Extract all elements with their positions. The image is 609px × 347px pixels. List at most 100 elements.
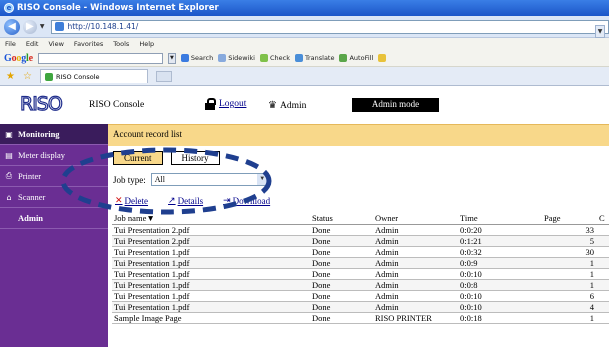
autofill-icon bbox=[339, 54, 348, 62]
sidebar-item-monitoring[interactable]: ▣ Monitoring bbox=[0, 124, 108, 145]
address-bar-row: ◀ ▶ ▼ http://10.148.1.41/ ▼ bbox=[0, 16, 609, 38]
back-button[interactable]: ◀ bbox=[4, 18, 20, 35]
riso-header: RISO RISO Console Logout ♛ Admin Admin m… bbox=[0, 86, 609, 124]
check-icon bbox=[259, 54, 268, 62]
col-status[interactable]: Status bbox=[310, 213, 373, 225]
riso-favicon-icon bbox=[44, 72, 53, 81]
job-table: Job name▼ Status Owner Time Page C Tui P… bbox=[112, 213, 609, 324]
logout-label: Logout bbox=[219, 99, 247, 109]
riso-logo: RISO bbox=[19, 92, 63, 115]
job-type-label: Job type: bbox=[113, 174, 146, 185]
col-job-name[interactable]: Job name▼ bbox=[112, 213, 310, 225]
cell-time: 0:0:10 bbox=[458, 268, 542, 280]
cell-extra bbox=[597, 268, 609, 280]
menu-favorites[interactable]: Favorites bbox=[74, 40, 103, 48]
address-dropdown-icon[interactable]: ▼ bbox=[595, 24, 605, 38]
cell-status: Done bbox=[310, 224, 373, 236]
sidebar-item-printer[interactable]: ⎙ Printer bbox=[0, 166, 108, 187]
google-check-button[interactable]: Check bbox=[259, 54, 290, 62]
cell-name: Tui Presentation 2.pdf bbox=[112, 235, 310, 247]
translate-icon bbox=[294, 54, 303, 62]
cell-extra bbox=[597, 257, 609, 269]
col-page[interactable]: Page bbox=[542, 213, 597, 225]
details-button[interactable]: ↗ Details bbox=[168, 196, 203, 206]
table-row[interactable]: Sample Image Page Done RISO PRINTER 0:0:18 1 bbox=[112, 312, 609, 324]
menu-view[interactable]: View bbox=[48, 40, 63, 48]
sidebar-item-admin[interactable]: Admin bbox=[0, 208, 108, 229]
job-type-select[interactable]: All ▼ bbox=[150, 173, 269, 186]
meter-icon: ▤ bbox=[5, 150, 13, 160]
cell-extra bbox=[597, 235, 609, 247]
cell-owner: Admin bbox=[373, 290, 458, 302]
table-row[interactable]: Tui Presentation 1.pdf Done Admin 0:0:10 6 bbox=[112, 290, 609, 302]
download-button[interactable]: ⇥ Download bbox=[223, 196, 270, 206]
subtab-group: Current History bbox=[113, 151, 220, 165]
address-text: http://10.148.1.41/ bbox=[67, 22, 139, 31]
cell-owner: Admin bbox=[373, 224, 458, 236]
tab-history[interactable]: History bbox=[170, 151, 220, 165]
cell-extra bbox=[597, 312, 609, 324]
tab-current[interactable]: Current bbox=[113, 151, 163, 165]
cell-status: Done bbox=[310, 290, 373, 302]
sidebar-item-scanner[interactable]: ⌂ Scanner bbox=[0, 187, 108, 208]
col-owner[interactable]: Owner bbox=[373, 213, 458, 225]
menu-help[interactable]: Help bbox=[139, 40, 154, 48]
menu-bar: File Edit View Favorites Tools Help bbox=[0, 38, 609, 50]
col-time[interactable]: Time bbox=[458, 213, 542, 225]
new-tab-button[interactable] bbox=[155, 70, 172, 82]
history-dropdown-icon[interactable]: ▼ bbox=[40, 23, 45, 30]
cell-time: 0:0:10 bbox=[458, 290, 542, 302]
google-search-input[interactable] bbox=[37, 52, 163, 64]
table-row[interactable]: Tui Presentation 1.pdf Done Admin 0:0:32 30 bbox=[112, 246, 609, 258]
google-translate-button[interactable]: Translate bbox=[294, 54, 334, 62]
sidebar-item-label: Printer bbox=[18, 171, 42, 181]
window-title: RISO Console - Windows Internet Explorer bbox=[17, 3, 219, 13]
menu-tools[interactable]: Tools bbox=[113, 40, 129, 48]
add-favorite-icon[interactable]: ☆ bbox=[23, 71, 32, 82]
google-autofill-button[interactable]: AutoFill bbox=[339, 54, 373, 62]
table-row[interactable]: Tui Presentation 1.pdf Done Admin 0:0:9 1 bbox=[112, 257, 609, 269]
cell-page: 5 bbox=[542, 235, 597, 247]
cell-status: Done bbox=[310, 301, 373, 313]
logout-link[interactable]: Logout bbox=[205, 98, 246, 110]
cell-page: 1 bbox=[542, 312, 597, 324]
printer-icon: ⎙ bbox=[5, 171, 13, 180]
cell-page: 1 bbox=[542, 257, 597, 269]
cell-page: 6 bbox=[542, 290, 597, 302]
tab-riso-console[interactable]: RISO Console bbox=[39, 69, 148, 83]
forward-button[interactable]: ▶ bbox=[22, 19, 37, 34]
cell-owner: Admin bbox=[373, 246, 458, 258]
cell-name: Tui Presentation 1.pdf bbox=[112, 268, 310, 280]
google-search-dropdown-icon[interactable]: ▼ bbox=[167, 52, 176, 64]
google-search-button[interactable]: Search bbox=[180, 54, 213, 62]
sidebar-item-meter-display[interactable]: ▤ Meter display bbox=[0, 145, 108, 166]
ie-logo-icon: e bbox=[4, 3, 14, 13]
table-row[interactable]: Tui Presentation 2.pdf Done Admin 0:0:20 33 bbox=[112, 224, 609, 236]
wrench-icon[interactable] bbox=[378, 54, 387, 62]
job-type-filter: Job type: All ▼ bbox=[113, 173, 269, 186]
table-row[interactable]: Tui Presentation 1.pdf Done Admin 0:0:8 1 bbox=[112, 279, 609, 291]
delete-button[interactable]: ✕ Delete bbox=[115, 196, 148, 206]
sidebar: ▣ Monitoring ▤ Meter display ⎙ Printer ⌂… bbox=[0, 124, 108, 347]
cell-owner: Admin bbox=[373, 235, 458, 247]
table-row[interactable]: Tui Presentation 2.pdf Done Admin 0:1:21 5 bbox=[112, 235, 609, 247]
scanner-icon: ⌂ bbox=[6, 192, 12, 202]
cell-extra bbox=[597, 290, 609, 302]
tab-title: RISO Console bbox=[55, 72, 100, 81]
sidebar-item-label: Scanner bbox=[18, 192, 46, 202]
favorites-star-icon[interactable]: ★ bbox=[6, 71, 15, 82]
cell-name: Tui Presentation 1.pdf bbox=[112, 301, 310, 313]
cell-page: 1 bbox=[542, 279, 597, 291]
admin-mode-button[interactable]: Admin mode bbox=[352, 98, 439, 112]
table-row[interactable]: Tui Presentation 1.pdf Done Admin 0:0:10 4 bbox=[112, 301, 609, 313]
cell-owner: RISO PRINTER bbox=[373, 312, 458, 324]
address-field[interactable]: http://10.148.1.41/ ▼ bbox=[51, 19, 609, 38]
menu-edit[interactable]: Edit bbox=[26, 40, 39, 48]
google-toolbar: Google ▼ Search Sidewiki Check Translate… bbox=[0, 50, 609, 67]
menu-file[interactable]: File bbox=[5, 40, 16, 48]
google-sidewiki-button[interactable]: Sidewiki bbox=[218, 54, 255, 62]
cell-extra bbox=[597, 279, 609, 291]
user-label: Admin bbox=[279, 100, 307, 111]
table-row[interactable]: Tui Presentation 1.pdf Done Admin 0:0:10 1 bbox=[112, 268, 609, 280]
col-c[interactable]: C bbox=[597, 213, 609, 225]
